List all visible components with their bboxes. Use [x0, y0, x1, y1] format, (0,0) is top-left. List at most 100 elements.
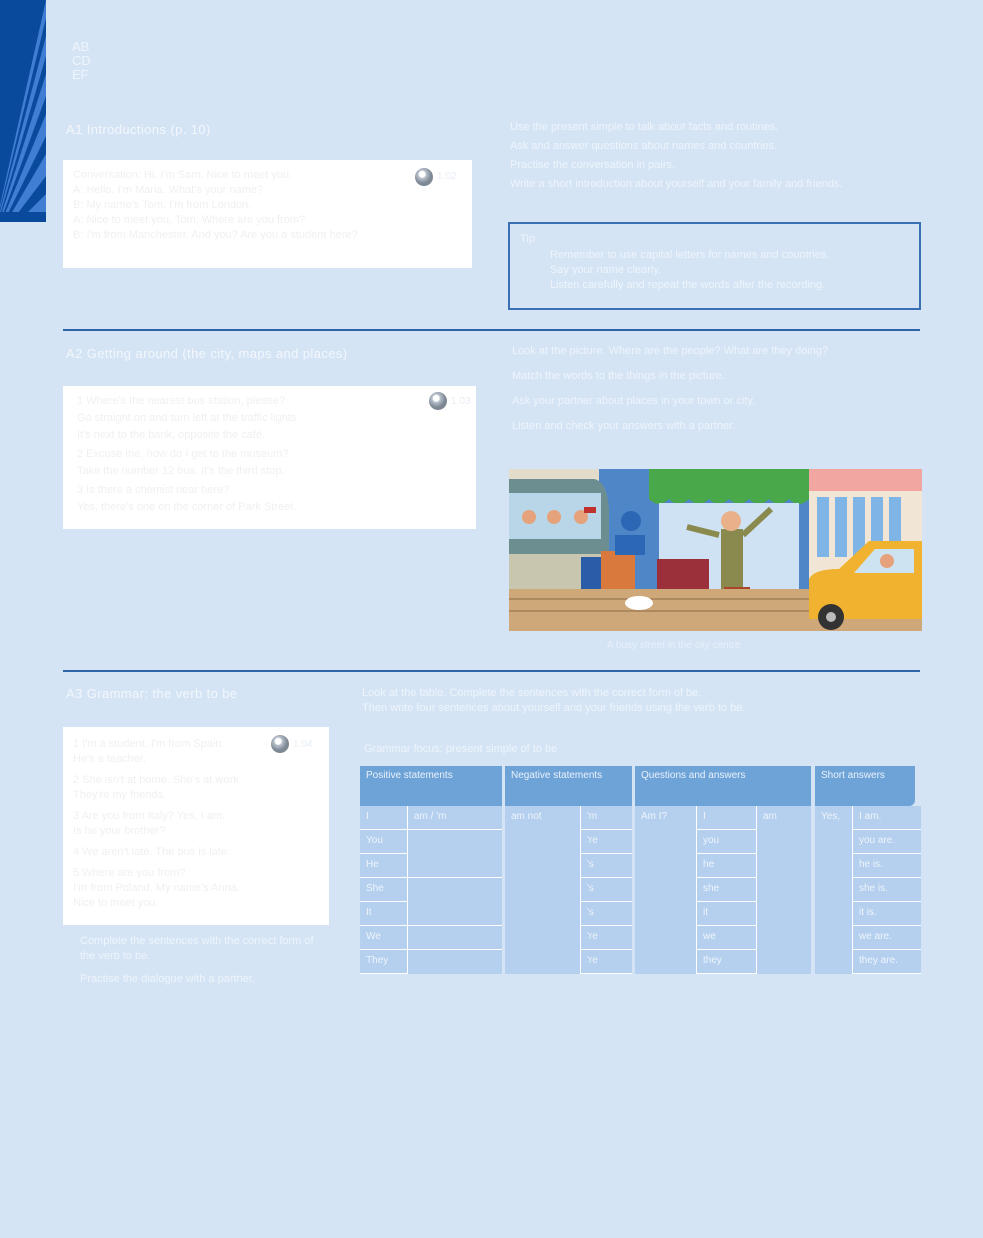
page-code: AB CD EF — [72, 40, 91, 82]
table-cell: it — [697, 902, 756, 926]
table-cell: I — [697, 806, 756, 830]
code-line: CD — [72, 53, 91, 68]
code-line: AB — [72, 39, 90, 54]
tip-line: Remember to use capital letters for name… — [550, 249, 830, 261]
table-cell: am — [763, 811, 777, 822]
bullet-item: Ask and answer questions about names and… — [510, 140, 778, 152]
box-line: A: Hello. I'm Maria. What's your name? — [73, 184, 264, 196]
illustration-caption: A busy street in the city centre — [607, 640, 741, 651]
box-line: It's next to the bank, opposite the café… — [77, 429, 265, 441]
box-line: 4 We aren't late. The bus is late. — [73, 846, 231, 858]
table-cell: they are. — [853, 950, 921, 974]
table-cell: 'm — [581, 806, 632, 830]
table-cell — [408, 878, 502, 926]
table-header: Questions and answers — [635, 766, 811, 806]
box-line: Yes, there's one on the corner of Park S… — [77, 501, 297, 513]
table-cell: I am. — [853, 806, 921, 830]
box-line: 5 Where are you from? — [73, 867, 186, 879]
table-header: Negative statements — [505, 766, 632, 806]
tab-base — [0, 212, 46, 222]
table-cell: She — [360, 878, 407, 902]
table-cell: am / 'm — [408, 806, 502, 830]
box-line: Go straight on and turn left at the traf… — [77, 412, 300, 424]
box-line: They're my friends. — [73, 789, 167, 801]
bullet-item: Look at the picture. Where are the peopl… — [512, 345, 829, 357]
table-cell: you — [697, 830, 756, 854]
sunburst-tab — [0, 0, 46, 222]
box-line: B: My name's Tom. I'm from London. — [73, 199, 252, 211]
audio-cd-icon[interactable] — [271, 735, 289, 753]
bullet-item: Practise the dialogue with a partner. — [80, 973, 255, 985]
bullet-item: Write a short introduction about yoursel… — [510, 178, 843, 190]
table-cell: We — [360, 926, 407, 950]
table-cell: he — [697, 854, 756, 878]
box-line: 2 She isn't at home. She's at work. — [73, 774, 242, 786]
section1-heading: A1 Introductions (p. 10) — [66, 122, 211, 137]
audio-cd-icon[interactable] — [429, 392, 447, 410]
box-line: A: Nice to meet you, Tom. Where are you … — [73, 214, 306, 226]
tip-line: Listen carefully and repeat the words af… — [550, 279, 826, 291]
section3-below-bullets: Complete the sentences with the correct … — [80, 934, 320, 987]
table-cell — [408, 926, 502, 950]
box-line: He's a teacher. — [73, 753, 147, 765]
section-divider — [63, 670, 920, 672]
tip-box: Tip Remember to use capital letters for … — [508, 222, 921, 310]
box-line: 1 Where's the nearest bus station, pleas… — [77, 395, 286, 407]
table-cell: Yes, — [821, 811, 841, 822]
table-cell: It — [360, 902, 407, 926]
bullet-item: Practise the conversation in pairs. — [510, 159, 676, 171]
section2-bullets: Look at the picture. Where are the peopl… — [512, 344, 912, 434]
box-line: 3 Are you from Italy? Yes, I am. — [73, 810, 226, 822]
table-cell: he is. — [853, 854, 921, 878]
table-cell: you are. — [853, 830, 921, 854]
box-line: Is he your brother? — [73, 825, 166, 837]
code-line: EF — [72, 67, 89, 82]
table-cell: I — [360, 806, 407, 830]
table-header: Short answers — [815, 766, 915, 806]
table-cell: we are. — [853, 926, 921, 950]
box-line: 2 Excuse me, how do I get to the museum? — [77, 448, 289, 460]
table-cell: 're — [581, 926, 632, 950]
box-line: 1 I'm a student. I'm from Spain. — [73, 738, 225, 750]
box-line: 3 Is there a chemist near here? — [77, 484, 230, 496]
table-cell: 's — [581, 902, 632, 926]
conversation-box: 1.02 Conversation: Hi, I'm Sam. Nice to … — [63, 160, 472, 268]
table-cell: 's — [581, 854, 632, 878]
box-line: I'm from Poland. My name's Anna. — [73, 882, 240, 894]
bullet-item: Use the present simple to talk about fac… — [510, 121, 779, 133]
box-line: Conversation: Hi, I'm Sam. Nice to meet … — [73, 169, 293, 181]
table-header: Positive statements — [360, 766, 502, 806]
audio-cd-icon[interactable] — [415, 168, 433, 186]
section3-intro: Look at the table. Complete the sentence… — [362, 686, 922, 716]
table-title: Grammar focus: present simple of to be — [364, 743, 558, 755]
section-divider — [63, 329, 920, 331]
table-cell: They — [360, 950, 407, 974]
table-divider — [756, 806, 757, 974]
intro-line: Look at the table. Complete the sentence… — [362, 687, 702, 699]
audio-track-label: 1.04 — [293, 739, 313, 750]
table-cell: we — [697, 926, 756, 950]
box-line: B: I'm from Manchester. And you? Are you… — [73, 229, 358, 241]
bullet-item: Listen and check your answers with a par… — [512, 420, 736, 432]
box-line: Take the number 12 bus. It's the third s… — [77, 465, 285, 477]
table-cell: am not — [511, 811, 542, 822]
table-cell: she is. — [853, 878, 921, 902]
audio-track-label: 1.02 — [437, 171, 457, 182]
table-cell: 're — [581, 830, 632, 854]
section2-heading: A2 Getting around (the city, maps and pl… — [66, 346, 348, 361]
section1-bullets: Use the present simple to talk about fac… — [510, 120, 910, 192]
bullet-item: Complete the sentences with the correct … — [80, 935, 314, 962]
audio-track-label: 1.03 — [451, 396, 471, 407]
table-cell: 're — [581, 950, 632, 974]
section3-heading: A3 Grammar: the verb to be — [66, 686, 238, 701]
table-cell: Am I? — [641, 811, 668, 822]
intro-line: Then write four sentences about yourself… — [362, 702, 746, 714]
bullet-item: Ask your partner about places in your to… — [512, 395, 756, 407]
grammar-table: Positive statements Negative statements … — [360, 766, 921, 974]
table-cell: 's — [581, 878, 632, 902]
table-cell: You — [360, 830, 407, 854]
box-line: Nice to meet you. — [73, 897, 159, 909]
bullet-item: Match the words to the things in the pic… — [512, 370, 725, 382]
table-cell: they — [697, 950, 756, 974]
street-scene-illustration — [509, 469, 922, 631]
